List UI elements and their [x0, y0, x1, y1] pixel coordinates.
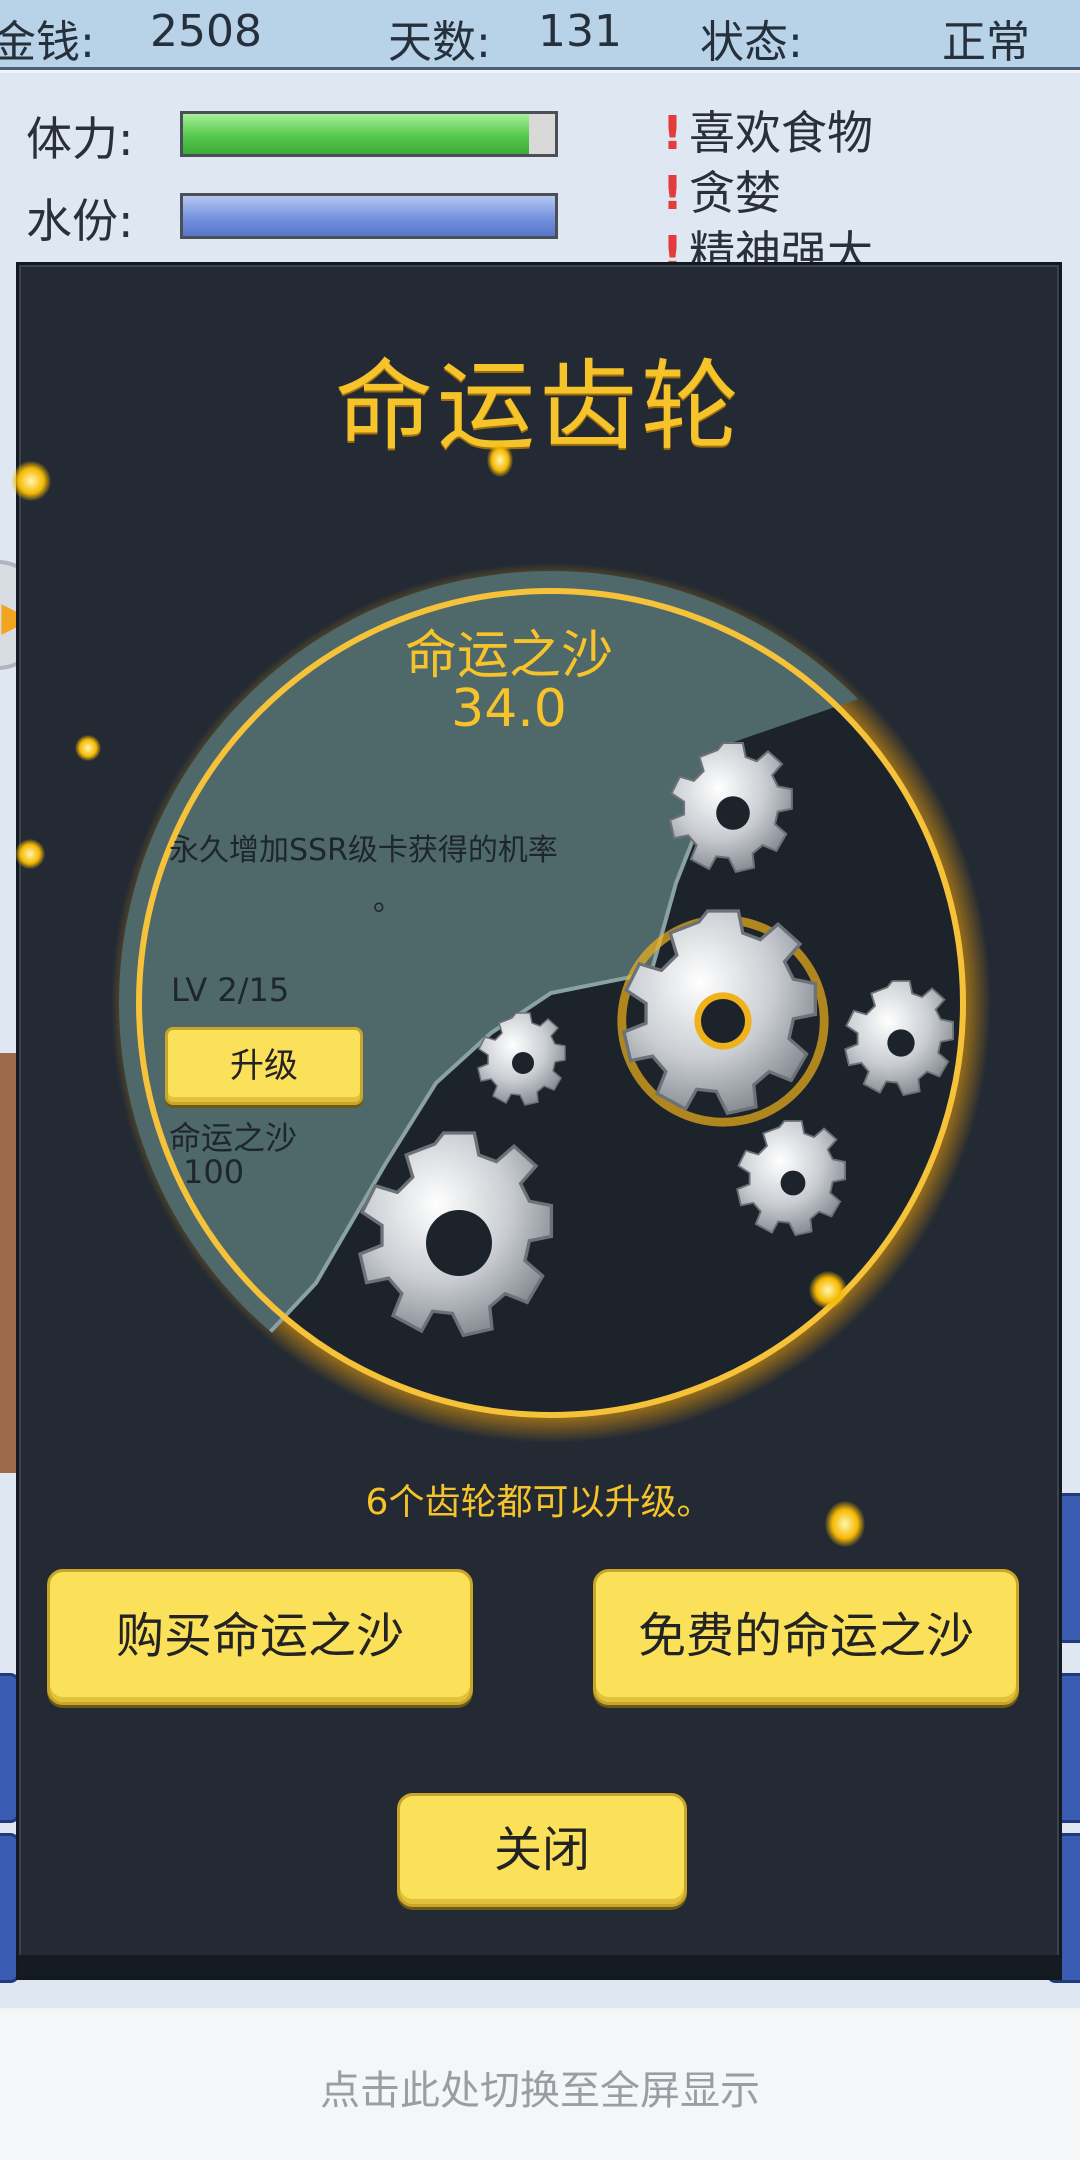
free-sand-button[interactable]: 免费的命运之沙 [593, 1569, 1019, 1705]
alert-icon: ! [662, 166, 683, 220]
spark-particle [487, 443, 513, 477]
stamina-label: 体力: [26, 112, 134, 166]
water-bar [180, 193, 558, 239]
upgrade-hint: 6个齿轮都可以升级。 [365, 1482, 713, 1523]
money-label: 金钱: [0, 17, 95, 68]
spark-particle [15, 839, 45, 869]
stamina-bar-fill [183, 114, 529, 154]
spark-particle [809, 1271, 847, 1309]
buy-sand-button[interactable]: 购买命运之沙 [47, 1569, 473, 1705]
gear-description: 永久增加SSR级卡获得的机率 [169, 833, 558, 868]
sand-currency-value: 34.0 [451, 679, 567, 739]
background-panel-edge [0, 1053, 16, 1473]
top-stats-bar: 金钱: 2508 天数: 131 状态: 正常 [0, 0, 1080, 70]
status-value: 正常 [942, 17, 1030, 68]
money-value: 2508 [150, 6, 262, 57]
gear-level: LV 2/15 [171, 971, 290, 1009]
alert-icon: ! [662, 106, 683, 160]
days-label: 天数: [388, 17, 491, 68]
gear-description-end: 。 [373, 883, 403, 918]
trait-item[interactable]: ! 贪婪 [662, 157, 781, 223]
dialog-title: 命运齿轮 [334, 350, 743, 464]
days-value: 131 [538, 6, 622, 57]
water-label: 水份: [26, 194, 134, 248]
fate-gear-dialog: 命运齿轮 命运之沙 34.0 永久增加SSR级卡获得的机率 。 LV 2/15 … [11, 262, 1062, 1980]
dialog-bottom-bar [19, 1955, 1059, 1977]
fullscreen-footer[interactable]: 点击此处切换至全屏显示 [0, 2010, 1080, 2160]
water-bar-fill [183, 196, 555, 236]
upgrade-cost-value: 100 [183, 1153, 245, 1191]
spark-particle [75, 735, 101, 761]
spark-particle [11, 461, 51, 501]
sand-currency-name: 命运之沙 [404, 626, 613, 686]
stamina-bar [180, 111, 558, 157]
close-button[interactable]: 关闭 [397, 1793, 687, 1907]
trait-item[interactable]: ! 喜欢食物 [662, 97, 873, 163]
fullscreen-toggle-link[interactable]: 点击此处切换至全屏显示 [0, 2058, 1080, 2116]
status-label: 状态: [700, 17, 803, 68]
upgrade-button[interactable]: 升级 [165, 1027, 363, 1105]
